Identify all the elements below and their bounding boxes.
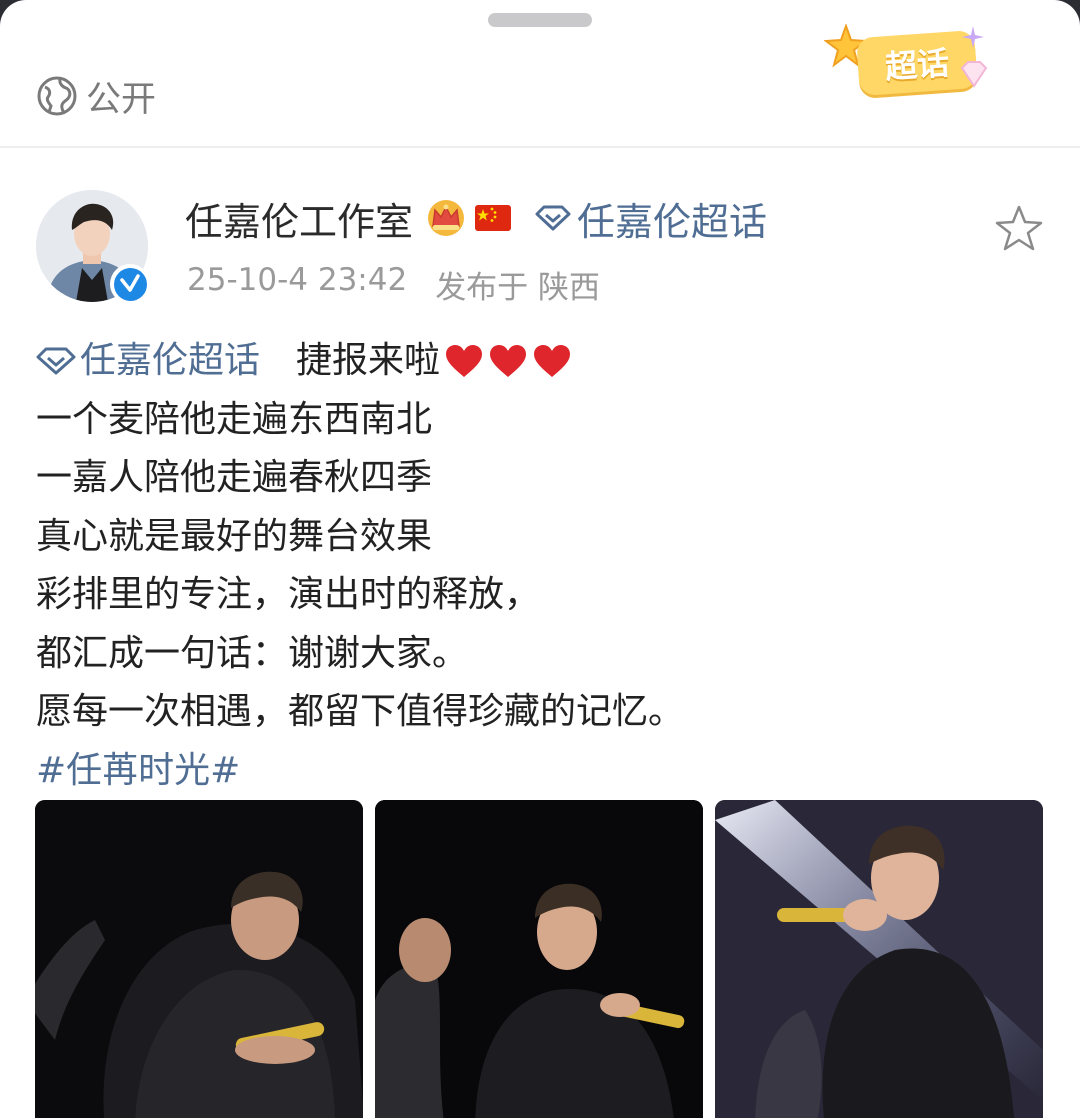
post-first-line: 任嘉伦超话 捷报来啦 [36,332,1046,391]
photo-1[interactable] [35,800,363,1118]
body-line: 都汇成一句话：谢谢大家。 [36,632,469,674]
supertopic-link[interactable]: 任嘉伦超话 [535,191,767,246]
body-line: 一嘉人陪他走遍春秋四季 [36,457,433,498]
body-line: 一个麦陪他走遍东西南北 [36,398,433,440]
post-detail-sheet: 公开 超话 任嘉伦工作室 任嘉伦超话 25-10-4 23:42 发布于 陕西 … [0,0,1080,1118]
body-supertopic-link[interactable]: 任嘉伦超话 [36,332,260,391]
gem-icon [960,61,988,88]
heart-icon [446,345,483,378]
photo-2[interactable] [375,800,703,1118]
post-timestamp: 25-10-4 23:42 [187,262,408,298]
supertopic-link-label: 任嘉伦超话 [577,199,768,244]
china-flag-icon [475,205,512,231]
sparkle-icon [962,26,984,48]
post-header: 任嘉伦工作室 任嘉伦超话 [185,192,767,244]
crown-icon [428,200,465,236]
concert-photo [35,800,363,1118]
post-body: 任嘉伦超话 捷报来啦 一个麦陪他走遍东西南北 一嘉人陪他走遍春秋四季 真心就是最… [36,332,1046,800]
photo-3[interactable] [715,800,1043,1118]
body-supertopic-label: 任嘉伦超话 [80,340,261,381]
favorite-star-icon[interactable] [994,204,1044,252]
body-line: 真心就是最好的舞台效果 [36,515,433,557]
verified-badge [110,264,150,304]
body-text: 捷报来啦 [296,340,441,381]
supertopic-badge[interactable]: 超话 [820,22,995,102]
visibility-indicator[interactable]: 公开 [36,74,156,120]
post-meta: 25-10-4 23:42 发布于 陕西 [187,262,601,306]
check-icon [120,274,140,292]
post-location: 发布于 陕西 [435,270,601,306]
body-line: 愿每一次相遇，都留下值得珍藏的记忆。 [36,691,685,732]
globe-icon [37,76,77,116]
hashtag-link[interactable]: #任苒时光# [36,742,1046,801]
heart-icon [490,345,527,378]
author-name[interactable]: 任嘉伦工作室 [185,191,413,246]
concert-photo [715,800,1043,1118]
drag-handle[interactable] [488,13,592,27]
photo-grid [35,800,1045,1118]
diamond-icon [36,347,76,375]
concert-photo [375,800,703,1118]
visibility-label: 公开 [86,79,157,120]
divider [0,146,1080,148]
diamond-icon [535,205,571,231]
body-line: 彩排里的专注，演出时的释放， [36,574,541,615]
heart-icon [534,345,571,378]
